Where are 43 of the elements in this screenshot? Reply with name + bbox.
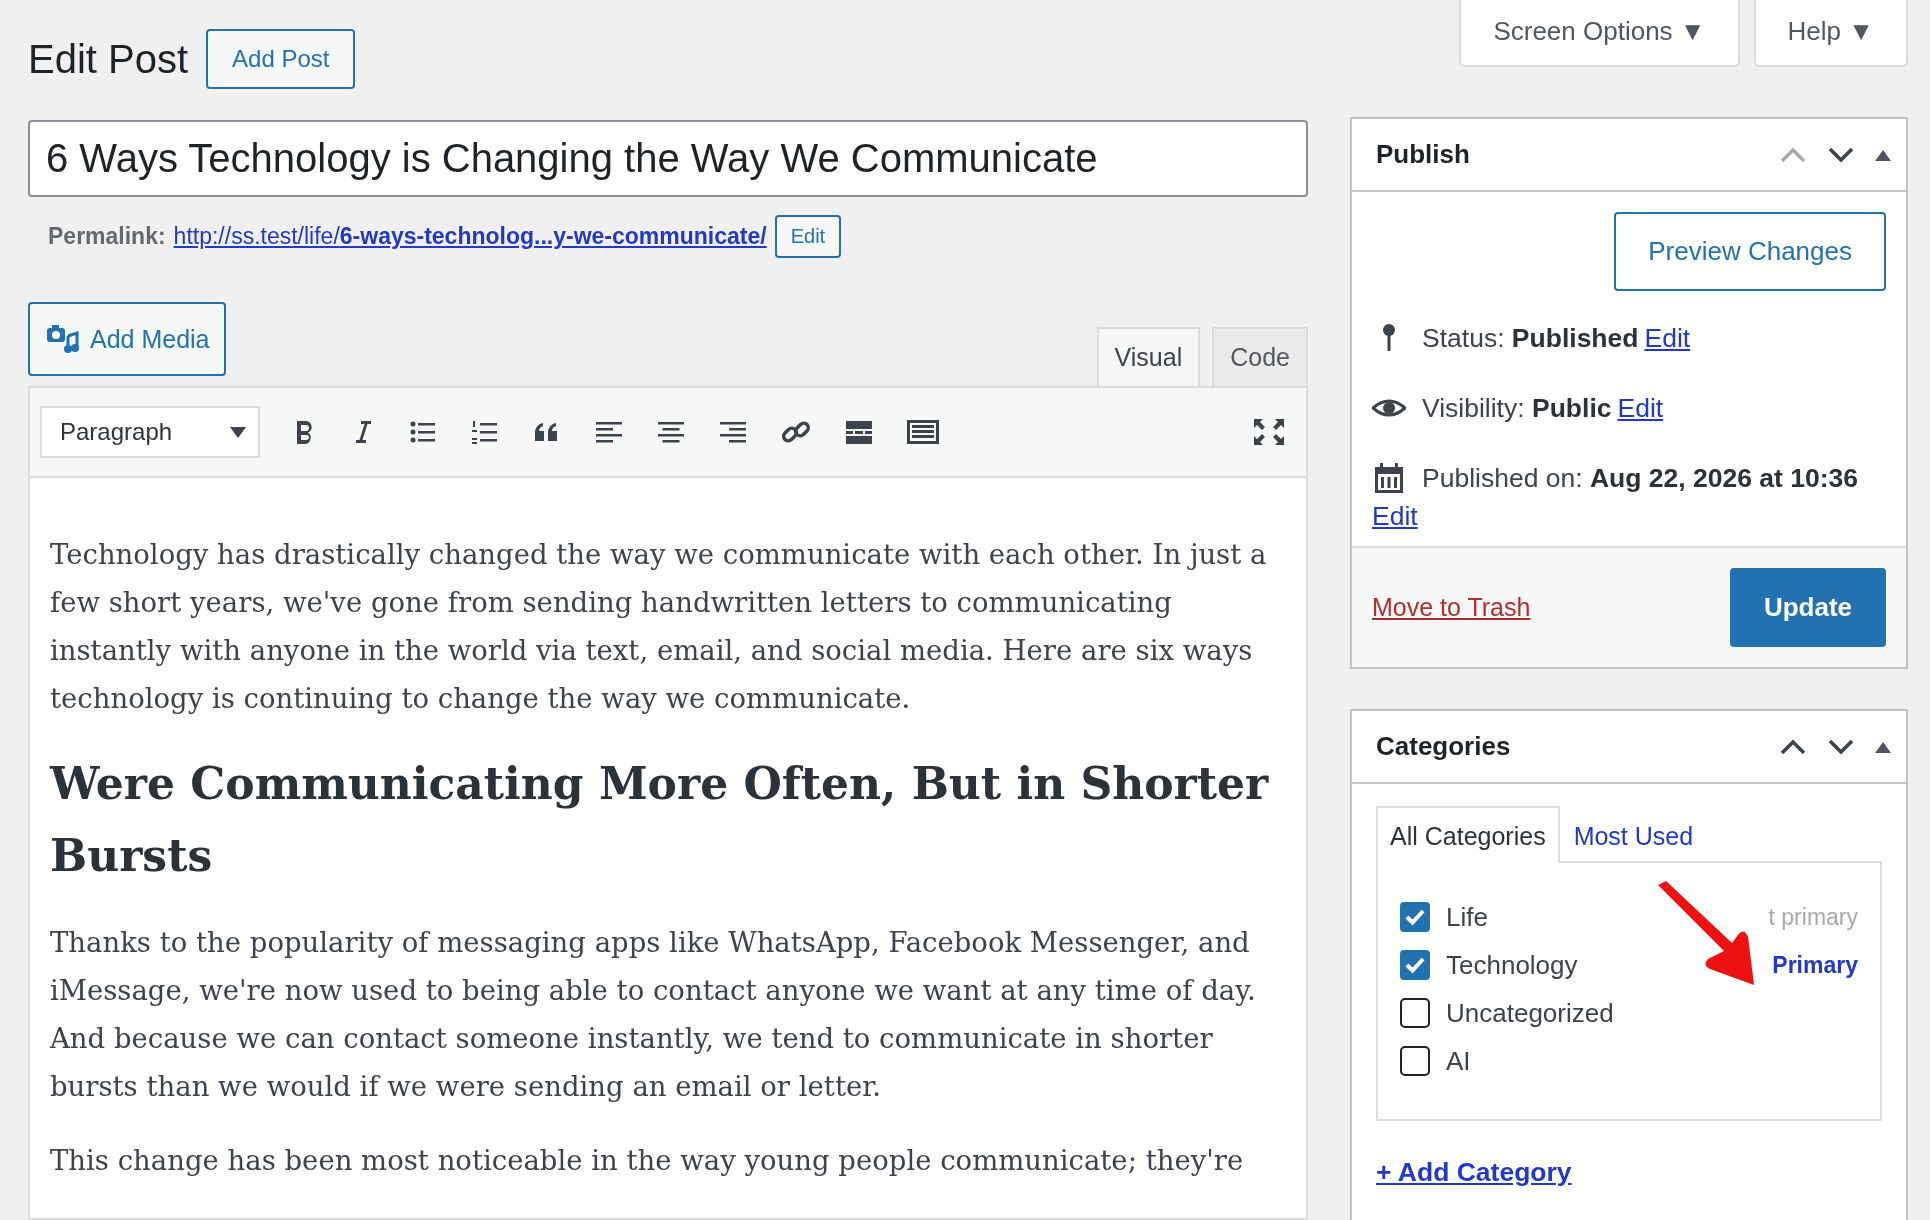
category-tab[interactable]: All Categories [1376,806,1560,863]
editor-tab[interactable]: Code [1212,327,1308,386]
add-category-link[interactable]: + Add Category [1376,1157,1572,1188]
format-select[interactable]: Paragraph [40,406,260,458]
keyboard-icon[interactable] [906,417,940,447]
content-paragraph: Technology has drastically changed the way we communicate with each other. In just a few short years, we've gone from sending handwritten letters to communicating instantly with anyone in the world via text, email, and social media. Here are six ways technology is continuing to change the way we communicate. [50,537,1268,716]
content-heading: Were Communicating More Often, But in Shorter Bursts [50,757,1270,883]
publish-info: Published on: Aug 22, 2026 at 10:36 [1422,462,1859,494]
media-icon [46,324,80,354]
edit-link[interactable]: Edit [1372,501,1418,532]
publish-info: Status: Published [1422,322,1639,354]
checkbox[interactable] [1400,1046,1430,1076]
editor-tab[interactable]: Visual [1096,327,1201,386]
content-paragraph: Thanks to the popularity of messaging apps like WhatsApp, Facebook Messenger, and iMessage, we're now used to being able to contact anyone we want at any time of day. And because we can contact someone instantly, we tend to communicate in shorter bursts than we would if we were sending an email or letter. [50,925,1257,1104]
category-label: Technology [1446,949,1578,981]
screen-options-button[interactable]: Screen Options ▼ [1459,0,1740,67]
calendar-icon [1372,461,1406,495]
checkbox[interactable] [1400,998,1430,1028]
permalink-link[interactable]: http://ss.test/life/6-ways-technolog...y-we-communicate/ [173,223,767,250]
panel-title: Categories [1376,731,1511,762]
fullscreen-icon[interactable] [1252,417,1286,447]
permalink-edit-button[interactable]: Edit [774,215,842,258]
add-post-button[interactable]: Add Post [206,29,356,89]
checkbox[interactable] [1400,902,1430,932]
update-button[interactable]: Update [1729,568,1886,647]
category-label: Uncategorized [1446,997,1614,1029]
primary-link[interactable]: Primary [1772,951,1858,979]
edit-link[interactable]: Edit [1644,322,1691,354]
move-to-trash-link[interactable]: Move to Trash [1372,593,1531,622]
checkbox[interactable] [1400,950,1430,980]
publish-info: Visibility: Public [1422,392,1612,424]
category-label: Life [1446,901,1488,933]
page-title: Edit Post [28,36,189,82]
preview-changes-button[interactable]: Preview Changes [1614,212,1886,291]
category-label: AI [1446,1045,1471,1077]
category-tab[interactable]: Most Used [1559,806,1708,863]
permalink-label: Permalink: [48,223,166,250]
edit-link[interactable]: Edit [1617,392,1664,424]
add-media-button[interactable]: Add Media [28,302,226,376]
content-paragraph: This change has been most noticeable in the way young people communicate; they're [50,1143,1245,1178]
panel-title: Publish [1376,139,1470,170]
title-field[interactable]: 6 Ways Technology is Changing the Way We Communicate [28,120,1308,197]
help-button[interactable]: Help ▼ [1753,0,1908,67]
